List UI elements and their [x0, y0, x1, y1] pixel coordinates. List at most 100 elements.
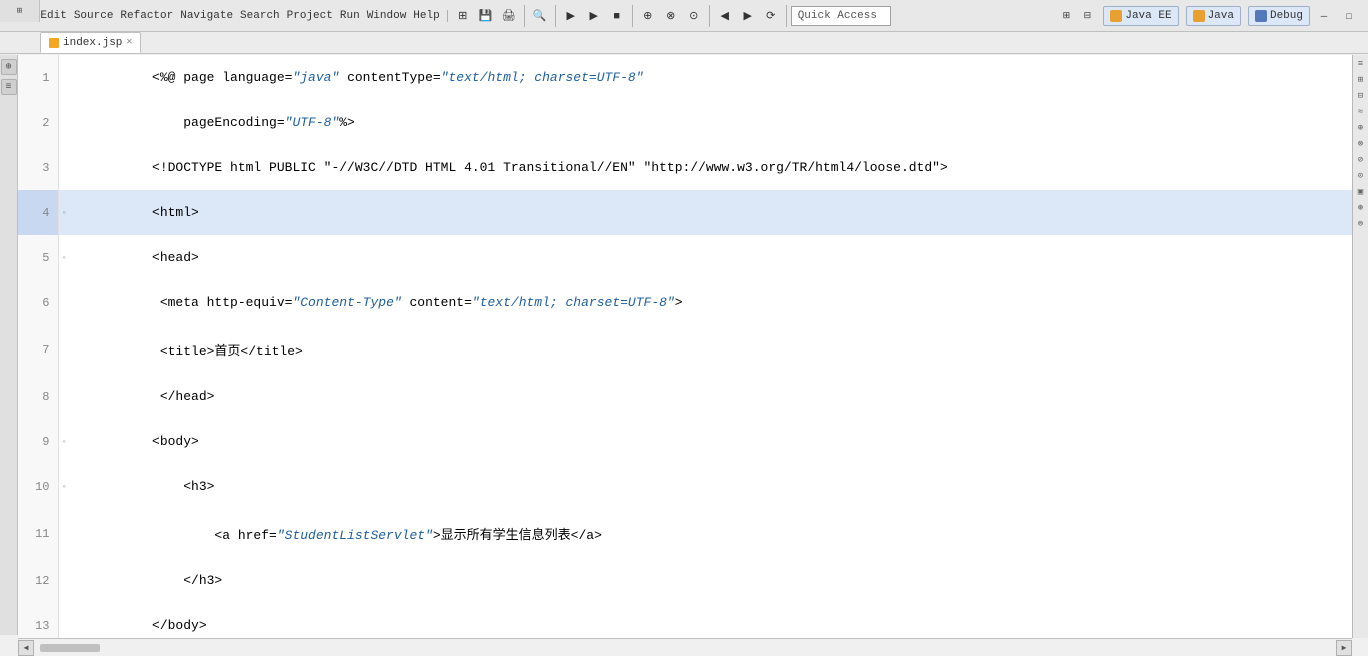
hscroll-thumb[interactable]	[40, 644, 100, 652]
btn-5c[interactable]: ⟳	[760, 5, 782, 27]
line-num-4: 4	[18, 190, 58, 235]
line-num-12: 12	[18, 558, 58, 603]
line-num-2: 2	[18, 100, 58, 145]
code-part: >	[675, 295, 683, 310]
line-num-8: 8	[18, 374, 58, 419]
code-line-12: 12 </h3>	[18, 558, 1352, 603]
editor-content[interactable]: 1 <%@ page language="java" contentType="…	[18, 55, 1352, 638]
code-line-6: 6 <meta http-equiv="Content-Type" conten…	[18, 280, 1352, 325]
line-num-11: 11	[18, 509, 58, 558]
perspective-debug[interactable]: Debug	[1248, 6, 1310, 26]
btn-5a[interactable]: ◀	[714, 5, 736, 27]
minimap-icon-4[interactable]: ≈	[1353, 105, 1368, 119]
minimap-icon-7[interactable]: ⊘	[1353, 153, 1368, 167]
javaee-icon	[1110, 10, 1122, 22]
menu-window[interactable]: Window	[364, 10, 410, 22]
btn-4a[interactable]: ⊕	[637, 5, 659, 27]
perspective-javaee[interactable]: Java EE	[1103, 6, 1178, 26]
toolbar-group-2: 🔍	[529, 5, 556, 27]
fold-7	[58, 325, 70, 374]
tab-close-btn[interactable]: ✕	[126, 38, 132, 48]
perspective-bar: ⊞ ⊟ Java EE Java Debug ─ □	[1057, 5, 1360, 27]
hscroll-right-btn[interactable]: ▶	[1336, 640, 1352, 656]
minimap-icon-6[interactable]: ⊗	[1353, 137, 1368, 151]
stop-btn[interactable]: ■	[606, 5, 628, 27]
btn-4b[interactable]: ⊗	[660, 5, 682, 27]
code-part: "text/html; charset=UTF-8"	[472, 295, 675, 310]
fold-4[interactable]: ◦	[58, 190, 70, 235]
code-text-9: <body>	[70, 419, 1352, 464]
tab-side-icon-label: ⊞	[17, 6, 22, 16]
perspective-toggle-btn2[interactable]: ⊟	[1078, 7, 1096, 25]
code-part: content=	[402, 295, 472, 310]
code-line-3: 3 <!DOCTYPE html PUBLIC "-//W3C//DTD HTM…	[18, 145, 1352, 190]
side-icon-2[interactable]: ≡	[1, 79, 17, 95]
menu-project[interactable]: Project	[284, 10, 336, 22]
code-part: "UTF-8"	[285, 115, 340, 130]
code-part: </body>	[152, 618, 207, 633]
dbg-btn[interactable]: ▶	[560, 5, 582, 27]
menu-navigate[interactable]: Navigate	[177, 10, 236, 22]
code-part: "text/html; charset=UTF-8"	[441, 70, 644, 85]
minimap-icon-9[interactable]: ▣	[1353, 185, 1368, 199]
code-part: >显示所有学生信息列表</a>	[433, 528, 602, 543]
toolbar-group-1: ⊞ 💾 🖨	[452, 5, 525, 27]
code-part: contentType=	[339, 70, 440, 85]
side-icon-1[interactable]: ⊕	[1, 59, 17, 75]
hscroll-track[interactable]	[36, 642, 1334, 654]
minimap-icon-2[interactable]: ⊞	[1353, 73, 1368, 87]
save-btn[interactable]: 💾	[475, 5, 497, 27]
line-num-7: 7	[18, 325, 58, 374]
toolbar-group-5: ◀ ▶ ⟳	[714, 5, 787, 27]
code-line-8: 8 </head>	[18, 374, 1352, 419]
fold-11	[58, 509, 70, 558]
menu-search[interactable]: Search	[237, 10, 283, 22]
menu-help[interactable]: Help	[410, 10, 442, 22]
menu-refactor[interactable]: Refactor	[117, 10, 176, 22]
quick-access-input[interactable]: Quick Access	[791, 6, 891, 26]
code-line-13: 13 </body>	[18, 603, 1352, 638]
line-num-13: 13	[18, 603, 58, 638]
code-part: pageEncoding=	[152, 115, 285, 130]
btn-5b[interactable]: ▶	[737, 5, 759, 27]
minimap-icon-1[interactable]: ≡	[1353, 57, 1368, 71]
hscroll-left-btn[interactable]: ◀	[18, 640, 34, 656]
horizontal-scrollbar[interactable]: ◀ ▶	[18, 638, 1352, 656]
fold-5[interactable]: ◦	[58, 235, 70, 280]
code-text-3: <!DOCTYPE html PUBLIC "-//W3C//DTD HTML …	[70, 145, 1352, 190]
minimap-icon-8[interactable]: ⊙	[1353, 169, 1368, 183]
code-part: <%@ page language=	[152, 70, 292, 85]
code-text-8: </head>	[70, 374, 1352, 419]
menu-edit[interactable]: Edit	[37, 10, 69, 22]
editor-container: 1 <%@ page language="java" contentType="…	[18, 55, 1352, 638]
print-btn[interactable]: 🖨	[498, 5, 520, 27]
fold-9[interactable]: ◦	[58, 419, 70, 464]
code-part: <html>	[152, 205, 199, 220]
tab-side-icons: ⊞	[0, 0, 40, 22]
window-max-btn[interactable]: □	[1338, 5, 1360, 27]
line-num-6: 6	[18, 280, 58, 325]
btn-4c[interactable]: ⊙	[683, 5, 705, 27]
minimap-icon-10[interactable]: ⊛	[1353, 201, 1368, 215]
code-part: </head>	[152, 389, 214, 404]
minimap-icon-5[interactable]: ⊕	[1353, 121, 1368, 135]
fold-10[interactable]: ◦	[58, 464, 70, 509]
perspective-java[interactable]: Java	[1186, 6, 1241, 26]
code-line-1: 1 <%@ page language="java" contentType="…	[18, 55, 1352, 100]
perspective-toggle-btn[interactable]: ⊞	[1057, 7, 1075, 25]
code-text-7: <title>首页</title>	[70, 325, 1352, 374]
code-text-12: </h3>	[70, 558, 1352, 603]
window-min-btn[interactable]: ─	[1313, 5, 1335, 27]
find-btn[interactable]: 🔍	[529, 5, 551, 27]
line-num-9: 9	[18, 419, 58, 464]
minimap-icon-3[interactable]: ⊟	[1353, 89, 1368, 103]
minimap-icon-11[interactable]: ⊜	[1353, 217, 1368, 231]
menu-source[interactable]: Source	[71, 10, 117, 22]
tab-index-jsp[interactable]: index.jsp ✕	[40, 32, 141, 53]
run-btn[interactable]: ▶	[583, 5, 605, 27]
new-btn[interactable]: ⊞	[452, 5, 474, 27]
code-part: "StudentListServlet"	[277, 528, 433, 543]
menu-run[interactable]: Run	[337, 10, 363, 22]
line-num-5: 5	[18, 235, 58, 280]
code-line-4: 4 ◦ <html>	[18, 190, 1352, 235]
